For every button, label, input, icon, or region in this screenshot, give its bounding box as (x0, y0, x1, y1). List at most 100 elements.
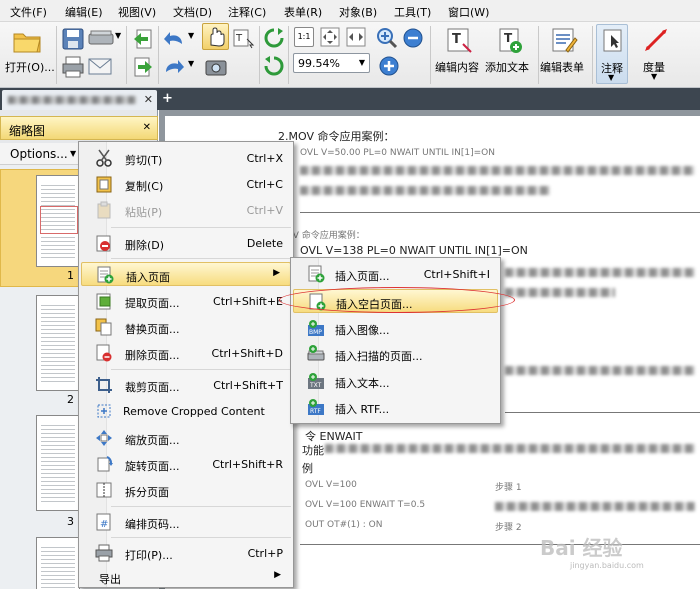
page-thumbnail-4[interactable] (36, 537, 80, 589)
menu-item-insert-page[interactable]: 插入页面 ▶ (81, 262, 291, 286)
zoom-out-icon[interactable] (402, 27, 424, 49)
zoom-in-icon[interactable] (376, 27, 398, 49)
thumbnail-panel-header: 缩略图 ✕ (0, 116, 158, 140)
insert-text-icon: TXT (308, 373, 324, 389)
fit-width-icon[interactable] (346, 27, 366, 47)
page-thumbnail-3[interactable] (36, 415, 80, 511)
zoom-in-button-icon[interactable] (378, 55, 400, 77)
doc-text-blurred (300, 166, 695, 175)
menu-file[interactable]: 文件(F) (10, 4, 47, 20)
panel-title: 缩略图 (9, 124, 46, 138)
toolbar-separator (158, 26, 159, 84)
rotate-page-icon (97, 456, 113, 472)
open-button[interactable]: 打开(O)... (2, 24, 55, 84)
watermark: Bai 经验 jingyan.baidu.com (540, 532, 644, 570)
menu-item-resize-page[interactable]: 缩放页面... (81, 426, 291, 450)
svg-text:TXT: TXT (309, 382, 322, 389)
scanner-icon[interactable] (88, 28, 114, 48)
submenu-item-insert-text[interactable]: TXT 插入文本... (293, 369, 498, 393)
page-thumbnail-1[interactable] (36, 175, 80, 267)
menu-item-crop-page[interactable]: 裁剪页面... Ctrl+Shift+T (81, 373, 291, 397)
zoom-select[interactable]: 99.54% ▼ (293, 53, 370, 73)
menu-comment[interactable]: 注释(C) (228, 4, 266, 20)
menu-item-remove-cropped-content[interactable]: Remove Cropped Content (81, 399, 291, 423)
menu-item-page-numbering[interactable]: # 编排页码... (81, 510, 291, 534)
page-thumbnail-2[interactable] (36, 295, 80, 391)
submenu-item-insert-page[interactable]: 插入页面... Ctrl+Shift+I (293, 262, 498, 286)
doc-row: OVL V=138 PL=0 NWAIT UNTIL IN[1]=ON (300, 244, 528, 257)
chevron-down-icon[interactable]: ▼ (188, 31, 194, 40)
email-icon[interactable] (88, 56, 114, 76)
close-icon[interactable]: ✕ (143, 122, 151, 133)
redo-icon[interactable] (162, 56, 186, 76)
menu-item-copy[interactable]: 复制(C) Ctrl+C (81, 172, 291, 196)
submenu-item-insert-image[interactable]: BMP 插入图像... (293, 316, 498, 340)
document-tab-bar: ✕ + (0, 88, 700, 110)
menu-item-label: 粘贴(P) (125, 206, 163, 219)
menu-view[interactable]: 视图(V) (118, 4, 156, 20)
save-icon[interactable] (62, 28, 84, 50)
page-back-icon[interactable] (132, 28, 154, 50)
edit-form-button[interactable]: 编辑表单 (540, 24, 588, 84)
close-icon[interactable]: ✕ (144, 93, 153, 106)
submenu-item-insert-rtf[interactable]: RTF 插入 RTF... (293, 395, 498, 419)
menu-item-replace-page[interactable]: 替换页面... (81, 315, 291, 339)
menu-bar: 文件(F) 编辑(E) 视图(V) 文档(D) 注释(C) 表单(R) 对象(B… (0, 0, 700, 22)
svg-text:RTF: RTF (310, 408, 321, 415)
menu-item-split-page[interactable]: 拆分页面 (81, 478, 291, 502)
edit-content-button[interactable]: T 编辑内容 (434, 24, 484, 84)
menu-item-print[interactable]: 打印(P)... Ctrl+P (81, 541, 291, 565)
menu-form[interactable]: 表单(R) (284, 4, 322, 20)
menu-item-shortcut: Ctrl+X (246, 152, 283, 165)
page-number: 1 (67, 269, 74, 282)
toolbar-separator (126, 26, 127, 84)
context-menu: 剪切(T) Ctrl+X 复制(C) Ctrl+C 粘贴(P) Ctrl+V 删… (78, 141, 294, 588)
edit-form-icon (552, 28, 578, 53)
doc-divider (505, 412, 700, 413)
menu-item-label: 剪切(T) (125, 154, 163, 167)
menu-item-paste[interactable]: 粘贴(P) Ctrl+V (81, 198, 291, 222)
fit-page-icon[interactable] (320, 27, 340, 47)
add-text-button[interactable]: T 添加文本 (485, 24, 535, 84)
doc-row: OVL V=100 (305, 480, 357, 490)
measure-button[interactable]: 度量 ▼ (640, 24, 672, 84)
document-tab[interactable]: ✕ (2, 90, 157, 110)
page-forward-icon[interactable] (132, 56, 154, 78)
submenu-item-insert-scanned-page[interactable]: 插入扫描的页面... (293, 342, 498, 366)
chevron-down-icon[interactable]: ▼ (188, 59, 194, 68)
menu-item-extract-page[interactable]: 提取页面... Ctrl+Shift+E (81, 289, 291, 313)
actual-size-button[interactable]: 1:1 (294, 27, 314, 47)
menu-edit[interactable]: 编辑(E) (65, 4, 103, 20)
chevron-down-icon: ▼ (358, 58, 365, 67)
menu-document[interactable]: 文档(D) (173, 4, 212, 20)
annotation-button[interactable]: 注释 ▼ (596, 24, 628, 84)
toolbar-separator (592, 26, 593, 84)
menu-item-export[interactable]: 导出 ▶ (81, 567, 291, 587)
menu-item-cut[interactable]: 剪切(T) Ctrl+X (81, 146, 291, 170)
chevron-down-icon[interactable]: ▼ (115, 31, 121, 40)
snapshot-icon[interactable] (204, 56, 228, 78)
measure-icon (645, 29, 667, 51)
menu-object[interactable]: 对象(B) (339, 4, 377, 20)
print-icon (95, 544, 113, 562)
menu-item-label: 裁剪页面... (125, 381, 180, 394)
hand-tool-button[interactable] (202, 23, 229, 50)
watermark-domain: jingyan.baidu.com (570, 561, 644, 570)
tab-title-blurred (8, 96, 136, 104)
rotate-clockwise-icon[interactable] (263, 27, 285, 49)
new-tab-icon[interactable]: + (162, 91, 173, 106)
menu-tools[interactable]: 工具(T) (394, 4, 431, 20)
undo-icon[interactable] (162, 28, 186, 48)
select-text-icon[interactable]: T (232, 27, 256, 49)
menu-window[interactable]: 窗口(W) (448, 4, 489, 20)
menu-item-rotate-page[interactable]: 旋转页面... Ctrl+Shift+R (81, 452, 291, 476)
doc-text-blurred (505, 366, 695, 375)
print-icon[interactable] (62, 56, 84, 78)
menu-separator (111, 258, 291, 259)
add-text-label: 添加文本 (485, 61, 529, 74)
rotate-counterclockwise-icon[interactable] (263, 55, 285, 77)
menu-item-delete-page[interactable]: 删除页面... Ctrl+Shift+D (81, 341, 291, 365)
menu-item-delete[interactable]: 删除(D) Delete (81, 231, 291, 255)
doc-text-blurred (325, 444, 695, 453)
svg-text:#: # (100, 519, 108, 530)
